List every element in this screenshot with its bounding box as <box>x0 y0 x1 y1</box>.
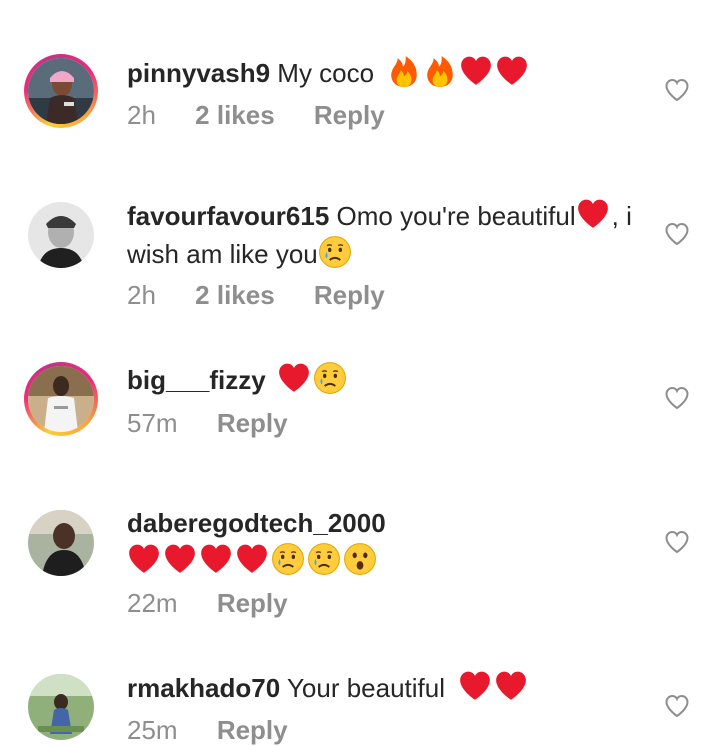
heart-emoji <box>235 542 269 576</box>
reply-button[interactable]: Reply <box>217 408 288 438</box>
comment-time: 2h <box>127 280 156 310</box>
username[interactable]: rmakhado70 <box>127 673 280 703</box>
reply-button[interactable]: Reply <box>314 100 385 130</box>
comment-text: Your beautiful <box>286 673 446 703</box>
fire-emoji <box>387 54 421 88</box>
comment-time: 22m <box>127 588 178 618</box>
heart-emoji <box>494 669 528 703</box>
heart-outline-icon[interactable] <box>664 221 690 247</box>
heart-emoji <box>459 54 493 88</box>
heart-emoji <box>277 361 311 395</box>
avatar-ring[interactable] <box>28 510 94 576</box>
fire-emoji <box>423 54 457 88</box>
reply-button[interactable]: Reply <box>217 715 288 745</box>
heart-emoji <box>127 542 161 576</box>
heart-outline-icon[interactable] <box>664 385 690 411</box>
heart-outline-icon[interactable] <box>664 77 690 103</box>
astonished-emoji <box>343 542 377 576</box>
sad-tear-emoji <box>307 542 341 576</box>
heart-outline-icon[interactable] <box>664 693 690 719</box>
avatar <box>28 202 94 268</box>
username[interactable]: big___fizzy <box>127 365 266 395</box>
username[interactable]: pinnyvash9 <box>127 58 270 88</box>
avatar-story-ring[interactable] <box>24 54 98 128</box>
heart-emoji <box>495 54 529 88</box>
reply-button[interactable]: Reply <box>217 588 288 618</box>
sad-tear-emoji <box>271 542 305 576</box>
comment-time: 57m <box>127 408 178 438</box>
avatar-story-ring[interactable] <box>24 362 98 436</box>
reply-button[interactable]: Reply <box>314 280 385 310</box>
heart-emoji <box>163 542 197 576</box>
likes-count[interactable]: 2 likes <box>195 100 275 130</box>
comment-text: Omo you're beautiful <box>336 201 576 231</box>
heart-emoji <box>199 542 233 576</box>
sad-tear-emoji <box>318 235 352 269</box>
avatar <box>28 510 94 576</box>
likes-count[interactable]: 2 likes <box>195 280 275 310</box>
username[interactable]: favourfavour615 <box>127 201 329 231</box>
avatar <box>28 674 94 740</box>
avatar-ring[interactable] <box>28 674 94 740</box>
comment-time: 25m <box>127 715 178 745</box>
username[interactable]: daberegodtech_2000 <box>127 508 386 538</box>
heart-emoji <box>576 197 610 231</box>
avatar <box>28 58 94 124</box>
heart-outline-icon[interactable] <box>664 529 690 555</box>
comment-text: My coco <box>277 58 375 88</box>
comment-time: 2h <box>127 100 156 130</box>
heart-emoji <box>458 669 492 703</box>
avatar-ring[interactable] <box>28 202 94 268</box>
avatar <box>28 366 94 432</box>
sad-tear-emoji <box>313 361 347 395</box>
